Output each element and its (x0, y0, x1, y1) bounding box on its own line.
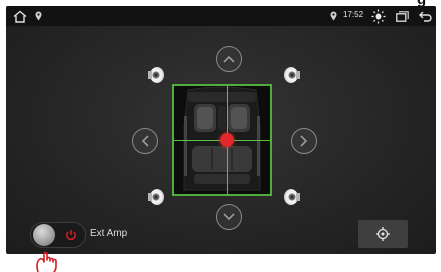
back-icon[interactable] (417, 8, 433, 24)
power-icon (64, 228, 78, 242)
window-icon[interactable] (394, 8, 410, 24)
speaker-front-right-icon[interactable] (282, 64, 304, 86)
arrow-right-icon[interactable] (291, 128, 317, 154)
ext-amp-label: Ext Amp (90, 228, 128, 239)
audio-balance-screen: 17:52 Ext Amp (6, 6, 436, 254)
hand-pointer-icon (32, 250, 68, 272)
arrow-up-icon[interactable] (216, 46, 242, 72)
target-icon (376, 227, 390, 241)
arrow-left-icon[interactable] (132, 128, 158, 154)
toggle-knob[interactable] (33, 224, 55, 246)
reset-balance-button[interactable] (358, 220, 408, 248)
ext-amp-toggle[interactable] (30, 222, 86, 248)
status-bar: 17:52 (6, 6, 436, 26)
location-pin-icon (33, 8, 43, 24)
home-icon[interactable] (12, 8, 28, 24)
location-pin-icon (328, 8, 338, 24)
speaker-rear-right-icon[interactable] (282, 186, 304, 208)
balance-focus-dot[interactable] (220, 133, 234, 147)
arrow-down-icon[interactable] (216, 204, 242, 230)
speaker-front-left-icon[interactable] (144, 64, 166, 86)
car-balance-area[interactable] (172, 84, 272, 196)
speaker-rear-left-icon[interactable] (144, 186, 166, 208)
brightness-icon[interactable] (369, 8, 387, 24)
clock-time: 17:52 (343, 10, 364, 19)
